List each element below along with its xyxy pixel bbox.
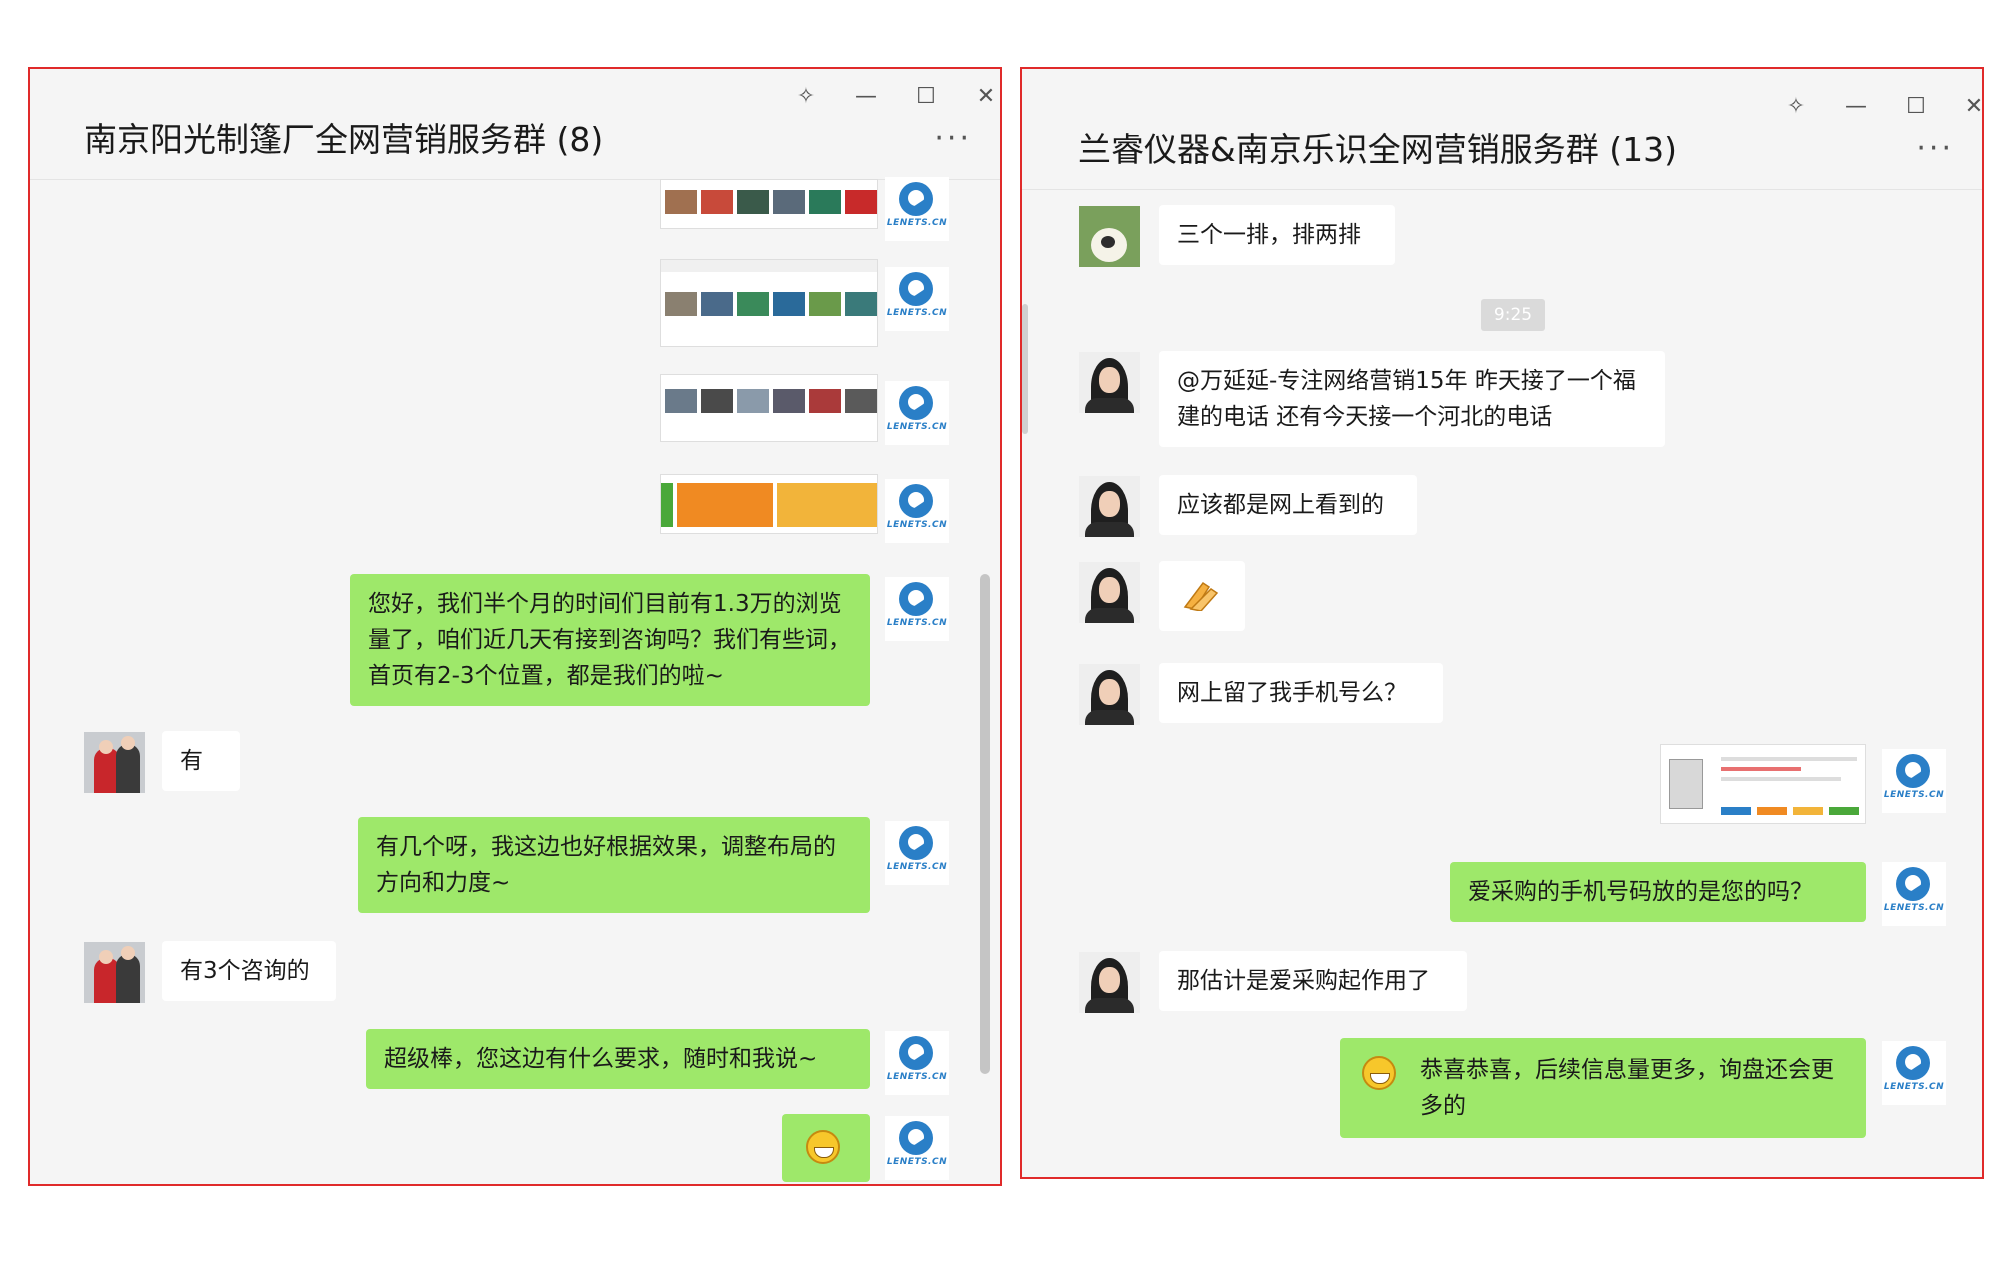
message-bubble-self[interactable] (782, 1114, 870, 1182)
lenets-logo-avatar: LENETS.CN (885, 177, 949, 241)
user-avatar[interactable] (84, 732, 145, 793)
message-bubble-other[interactable]: 有 (162, 731, 240, 791)
close-button[interactable]: ✕ (960, 77, 1000, 115)
grin-emoji-icon (1362, 1056, 1396, 1090)
image-message[interactable] (660, 179, 878, 229)
chat-title: 兰睿仪器&南京乐识全网营销服务群 (13) (1078, 130, 1677, 169)
chat-window-right: ✧ — ☐ ✕ 兰睿仪器&南京乐识全网营销服务群 (13) ··· 三个一排，排… (1020, 67, 1984, 1179)
lenets-logo-avatar: LENETS.CN (1882, 749, 1946, 813)
more-options-icon[interactable]: ··· (1916, 131, 1954, 166)
message-bubble-other[interactable]: @万延延-专注网络营销15年 昨天接了一个福建的电话 还有今天接一个河北的电话 (1159, 351, 1665, 447)
message-bubble-other[interactable]: 应该都是网上看到的 (1159, 475, 1417, 535)
lenets-logo-avatar: LENETS.CN (885, 1031, 949, 1095)
title-bar: ✧ — ☐ ✕ 南京阳光制篷厂全网营销服务群 (8) ··· (30, 69, 1000, 180)
message-bubble-other[interactable]: 那估计是爱采购起作用了 (1159, 951, 1467, 1011)
user-avatar[interactable] (1079, 206, 1140, 267)
maximize-button[interactable]: ☐ (1890, 87, 1942, 125)
image-message[interactable] (660, 474, 878, 534)
grin-emoji-icon (806, 1129, 840, 1164)
message-bubble-self[interactable]: 有几个呀，我这边也好根据效果，调整布局的方向和力度~ (358, 817, 870, 913)
image-message[interactable] (660, 374, 878, 442)
chat-title: 南京阳光制篷厂全网营销服务群 (8) (84, 120, 604, 159)
lenets-logo-avatar: LENETS.CN (1882, 862, 1946, 926)
user-avatar[interactable] (1079, 952, 1140, 1013)
message-bubble-self[interactable]: 超级棒，您这边有什么要求，随时和我说~ (366, 1029, 870, 1089)
scrollbar[interactable] (1022, 304, 1028, 434)
user-avatar[interactable] (1079, 562, 1140, 623)
message-bubble-other[interactable]: 有3个咨询的 (162, 941, 336, 1001)
message-bubble-self[interactable]: 爱采购的手机号码放的是您的吗？ (1450, 862, 1866, 922)
maximize-button[interactable]: ☐ (900, 77, 952, 115)
time-divider: 9:25 (1481, 299, 1545, 331)
lenets-logo-avatar: LENETS.CN (885, 577, 949, 641)
close-button[interactable]: ✕ (1948, 87, 1982, 125)
lenets-logo-avatar: LENETS.CN (885, 381, 949, 445)
message-bubble-self[interactable]: 您好，我们半个月的时间们目前有1.3万的浏览量了，咱们近几天有接到咨询吗？我们有… (350, 574, 870, 706)
image-message[interactable] (1660, 744, 1866, 824)
minimize-button[interactable]: — (840, 77, 892, 115)
scrollbar[interactable] (980, 574, 990, 1074)
message-text: 恭喜恭喜，后续信息量更多，询盘还会更多的 (1420, 1057, 1834, 1119)
lenets-logo-avatar: LENETS.CN (885, 479, 949, 543)
lenets-logo-avatar: LENETS.CN (1882, 1041, 1946, 1105)
chat-window-left: ✧ — ☐ ✕ 南京阳光制篷厂全网营销服务群 (8) ··· LENETS.CN… (28, 67, 1002, 1186)
minimize-button[interactable]: — (1830, 87, 1882, 125)
lenets-logo-avatar: LENETS.CN (885, 267, 949, 331)
user-avatar[interactable] (84, 942, 145, 1003)
user-avatar[interactable] (1079, 664, 1140, 725)
pin-icon[interactable]: ✧ (1770, 87, 1822, 125)
pin-icon[interactable]: ✧ (780, 77, 832, 115)
image-message[interactable] (660, 259, 878, 347)
message-bubble-self[interactable]: 恭喜恭喜，后续信息量更多，询盘还会更多的 (1340, 1038, 1866, 1138)
message-bubble-other[interactable] (1159, 561, 1245, 631)
message-bubble-other[interactable]: 网上留了我手机号么？ (1159, 663, 1443, 723)
lenets-logo-avatar: LENETS.CN (885, 821, 949, 885)
message-bubble-other[interactable]: 三个一排，排两排 (1159, 205, 1395, 265)
user-avatar[interactable] (1079, 476, 1140, 537)
clap-hands-emoji-icon (1183, 581, 1219, 611)
more-options-icon[interactable]: ··· (934, 121, 972, 156)
lenets-logo-avatar: LENETS.CN (885, 1116, 949, 1180)
user-avatar[interactable] (1079, 352, 1140, 413)
title-bar: ✧ — ☐ ✕ 兰睿仪器&南京乐识全网营销服务群 (13) ··· (1022, 79, 1982, 190)
